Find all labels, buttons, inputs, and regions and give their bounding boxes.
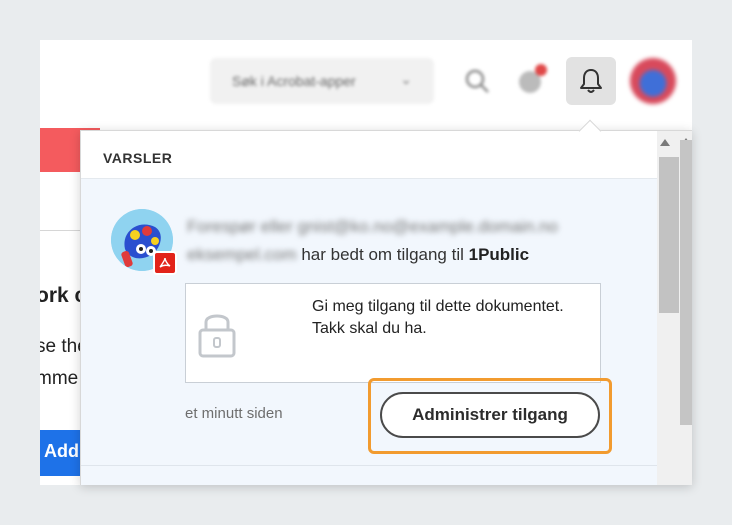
- apps-icon[interactable]: [516, 62, 548, 98]
- add-button[interactable]: Add: [40, 430, 84, 476]
- scroll-thumb[interactable]: [659, 157, 679, 313]
- divider: [40, 230, 80, 231]
- request-text: har bedt om tilgang til: [301, 245, 464, 264]
- chevron-down-icon: ⌄: [400, 71, 412, 87]
- user-avatar[interactable]: [630, 58, 676, 104]
- requester-name: Forespør eller gnist@ko.no@example.domai…: [187, 217, 558, 236]
- bell-icon: [580, 69, 602, 93]
- request-message: Gi meg tilgang til dette dokumentet. Tak…: [312, 296, 592, 340]
- search-icon[interactable]: [464, 68, 490, 94]
- page-scrollbar[interactable]: [680, 140, 692, 425]
- timestamp: et minutt siden: [185, 405, 283, 422]
- top-bar: Søk i Acrobat-apper ⌄: [40, 40, 692, 128]
- requester-email: eksempel.com: [187, 245, 297, 264]
- next-notification: [81, 466, 657, 485]
- scroll-up-arrow-icon[interactable]: [660, 139, 670, 146]
- message-line-1: Gi meg tilgang til dette dokumentet.: [312, 298, 564, 315]
- document-name[interactable]: 1Public: [469, 245, 529, 264]
- notifications-bell-button[interactable]: [566, 57, 616, 105]
- notifications-panel: VARSLER Forespør eller gnist@ko.no@examp…: [80, 130, 692, 485]
- notification-item[interactable]: Forespør eller gnist@ko.no@example.domai…: [81, 179, 657, 465]
- notification-text: Forespør eller gnist@ko.no@example.domai…: [187, 213, 607, 269]
- lock-icon: [198, 314, 236, 358]
- request-message-box: Gi meg tilgang til dette dokumentet. Tak…: [185, 283, 601, 383]
- message-line-2: Takk skal du ha.: [312, 320, 427, 337]
- app-switcher-label: Søk i Acrobat-apper: [232, 73, 356, 89]
- app-switcher-dropdown[interactable]: Søk i Acrobat-apper ⌄: [210, 58, 434, 104]
- panel-title: VARSLER: [81, 131, 657, 179]
- acrobat-pdf-icon: [153, 251, 177, 275]
- manage-access-button[interactable]: Administrer tilgang: [380, 392, 600, 438]
